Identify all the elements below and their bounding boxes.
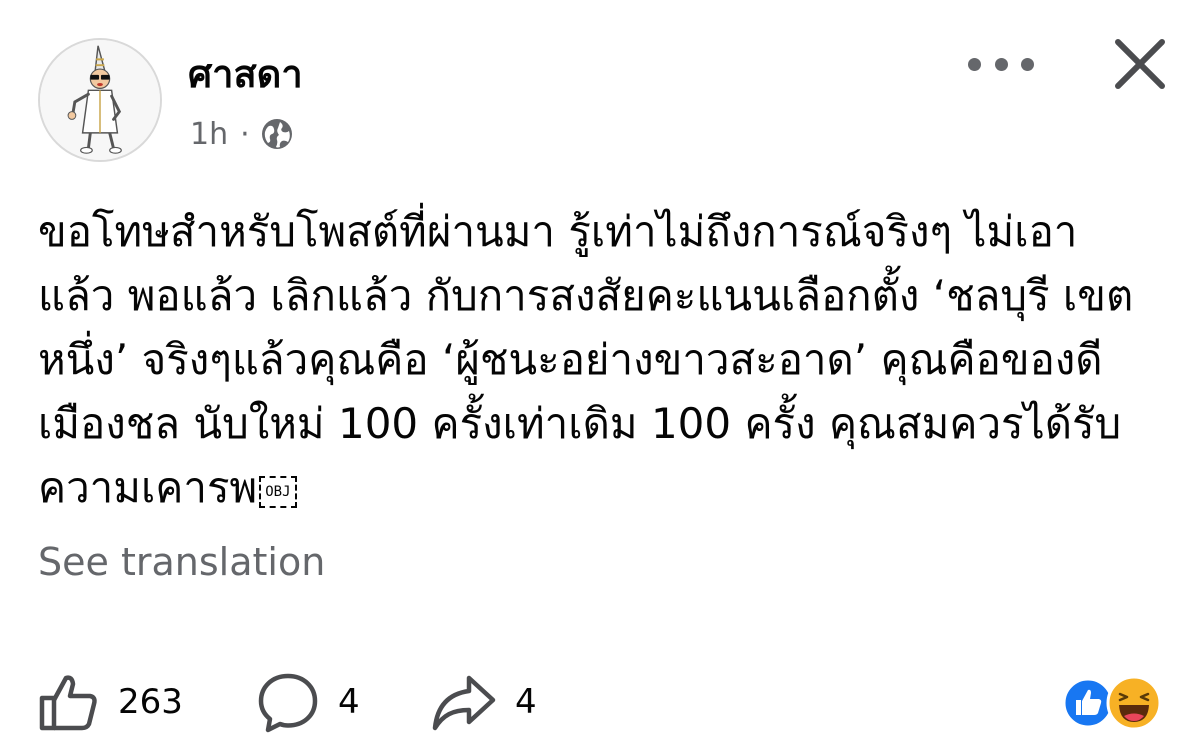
author-name[interactable]: ศาสดา [188,50,303,98]
globe-icon[interactable] [260,117,294,151]
action-bar: 263 4 4 [36,664,551,740]
post-text-line: แล้ว พอแล้ว เลิกแล้ว กับการสงสัยคะแนนเลื… [38,271,1134,320]
haha-reaction-icon [1106,675,1162,731]
meta-separator: · [240,116,250,152]
post-meta: 1h · [190,112,294,156]
more-options-button[interactable] [968,44,1034,84]
like-count: 263 [118,682,183,722]
obj-placeholder: OBJ [259,476,297,508]
avatar[interactable] [38,38,162,162]
more-dot-icon [994,57,1008,71]
see-translation-link[interactable]: See translation [38,537,325,587]
post-text-line: ขอโทษสำหรับโพสต์ที่ผ่านมา รู้เท่าไม่ถึงก… [38,207,1078,256]
more-dot-icon [1021,57,1034,71]
share-count: 4 [515,682,537,722]
comment-button[interactable]: 4 [256,670,431,734]
share-arrow-icon [432,675,496,731]
close-icon[interactable] [1106,30,1174,98]
thumbs-up-icon [39,675,97,731]
post-body: ขอโทษสำหรับโพสต์ที่ผ่านมา รู้เท่าไม่ถึงก… [38,200,1168,520]
post-time[interactable]: 1h [190,117,228,152]
post-text-line: เมืองชล นับใหม่ 100 ครั้งเท่าเดิม 100 คร… [38,399,1122,448]
comment-bubble-icon [258,673,318,733]
more-dot-icon [968,57,981,71]
share-button[interactable]: 4 [431,670,551,734]
post-text-line-last: ความเคารพ OBJ [38,456,1168,520]
reaction-icons [1062,675,1162,731]
like-button[interactable]: 263 [36,670,256,734]
avatar-illustration [40,40,160,160]
post-text-last-words: ความเคารพ [38,463,258,512]
like-reaction-icon [1062,677,1114,729]
reaction-summary[interactable] [1058,670,1168,736]
post-text-line: หนึ่ง’ จริงๆแล้วคุณคือ ‘ผู้ชนะอย่างขาวสะ… [38,335,1103,384]
comment-count: 4 [338,682,360,722]
